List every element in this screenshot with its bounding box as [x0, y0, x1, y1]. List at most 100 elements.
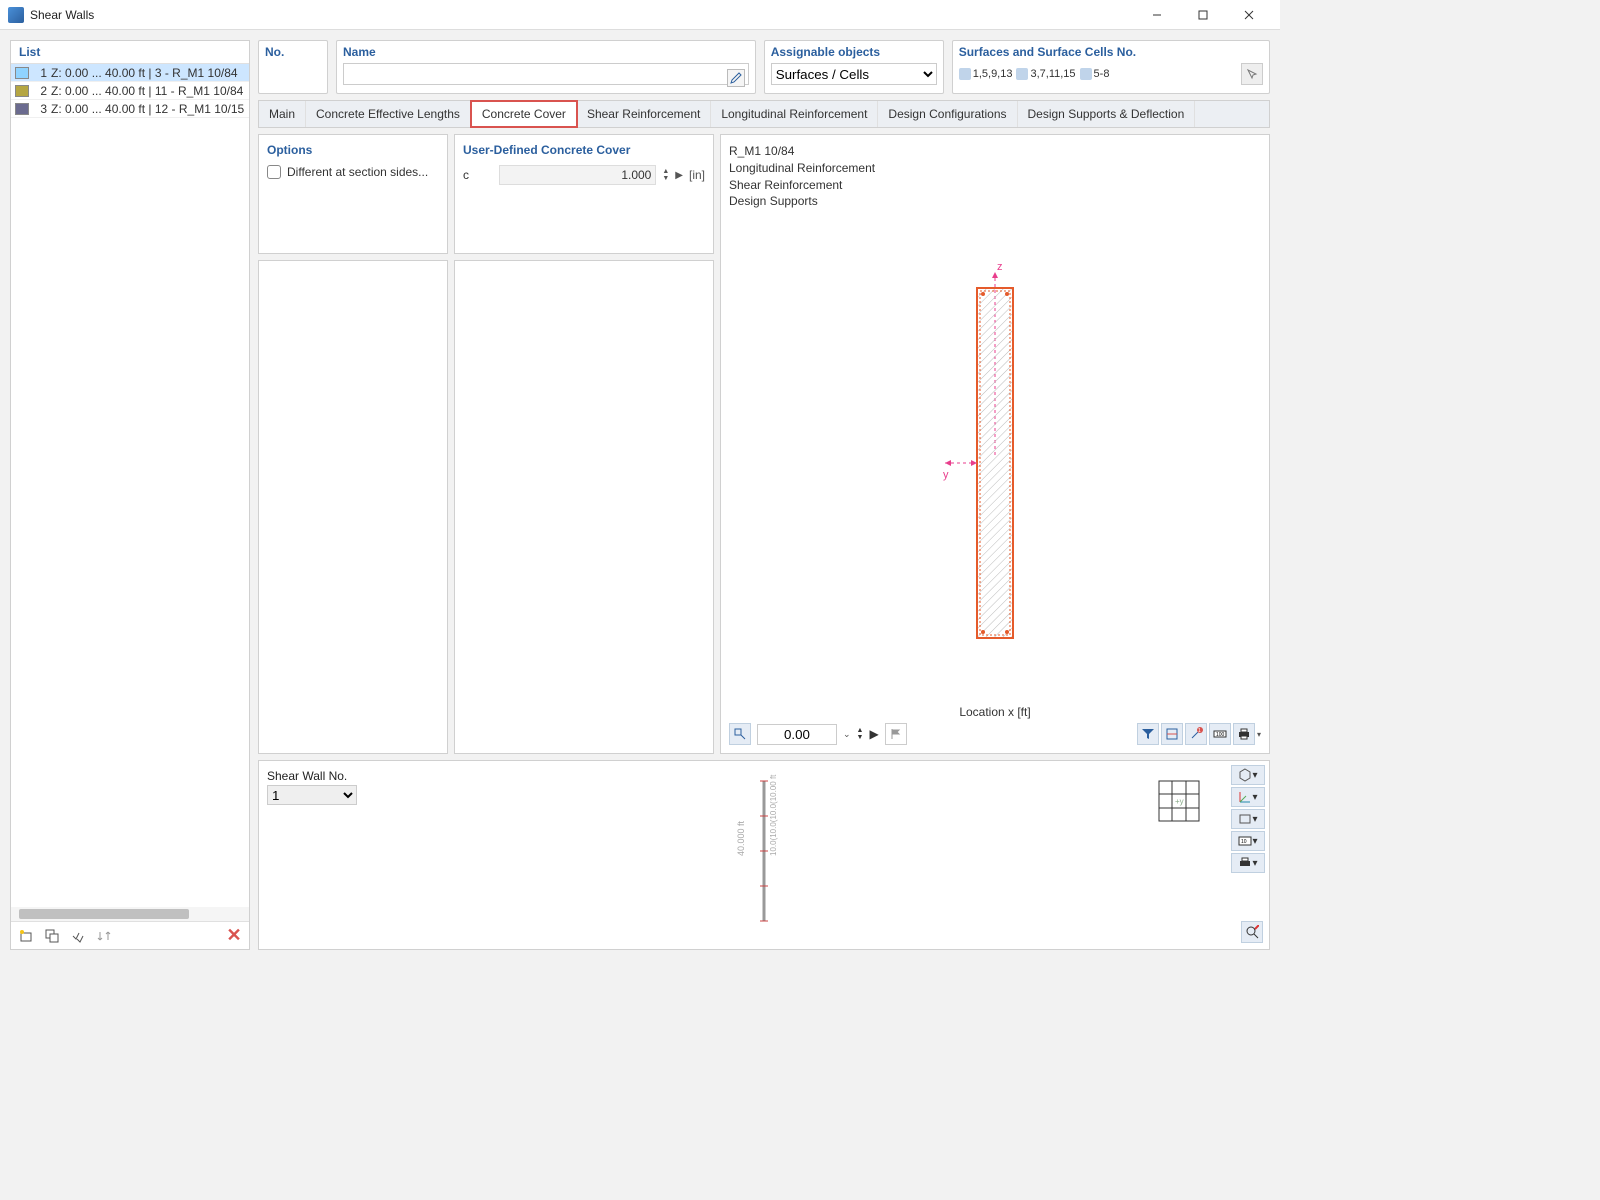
svg-text:y: y [943, 469, 949, 481]
no-label: No. [265, 45, 321, 59]
row-num: 3 [33, 102, 47, 116]
tab-design-supports-deflection[interactable]: Design Supports & Deflection [1018, 101, 1196, 127]
color-swatch [15, 67, 29, 79]
c-spinner[interactable]: ▲▼ [662, 168, 669, 182]
location-spinner[interactable]: ▲▼ [857, 727, 864, 741]
bottom-panel: Shear Wall No. 1 40.000 ft 10.0(10.0(10.… [258, 760, 1270, 950]
shear-wall-no-select[interactable]: 1 [267, 785, 357, 805]
surf-group[interactable]: 3,7,11,15 [1016, 68, 1075, 80]
name-label: Name [343, 45, 749, 59]
copy-item-button[interactable] [41, 925, 63, 947]
print-view-button[interactable]: ▾ [1231, 853, 1265, 873]
empty-panel [454, 260, 714, 754]
surface-icon [959, 68, 971, 80]
titlebar: Shear Walls [0, 0, 1280, 30]
list-header: List [11, 41, 249, 64]
svg-text:10.0(10.0(10.0(10.00 ft: 10.0(10.0(10.0(10.00 ft [769, 774, 778, 856]
checkbox-label: Different at section sides... [287, 165, 428, 179]
reset-zoom-button[interactable] [1241, 921, 1263, 943]
empty-panel [258, 260, 448, 754]
row-text: Z: 0.00 ... 40.00 ft | 11 - R_M1 10/84 [51, 84, 243, 98]
section-diagram[interactable]: z y [729, 210, 1261, 705]
color-swatch [15, 85, 29, 97]
minimize-button[interactable] [1134, 0, 1180, 30]
assignable-select[interactable]: Surfaces / Cells [771, 63, 937, 85]
list-row[interactable]: 2 Z: 0.00 ... 40.00 ft | 11 - R_M1 10/84 [11, 82, 249, 100]
tab-shear-reinforcement[interactable]: Shear Reinforcement [577, 101, 711, 127]
svg-text:z: z [997, 261, 1003, 273]
dimension-button[interactable]: 1 [1185, 723, 1207, 745]
surf-group[interactable]: 1,5,9,13 [959, 68, 1013, 80]
location-dropdown-icon[interactable]: ⌄ [843, 729, 851, 740]
no-card: No. [258, 40, 328, 94]
delete-button[interactable]: ✕ [223, 925, 245, 947]
tab-main[interactable]: Main [259, 101, 306, 127]
tab-concrete-effective-lengths[interactable]: Concrete Effective Lengths [306, 101, 471, 127]
flag-button[interactable] [885, 723, 907, 745]
list-row[interactable]: 3 Z: 0.00 ... 40.00 ft | 12 - R_M1 10/15 [11, 100, 249, 118]
close-button[interactable] [1226, 0, 1272, 30]
list-panel: List 1Z: 0.00 ... 40.00 ft | 3 - R_M1 10… [10, 40, 250, 950]
location-arrow[interactable]: ▶ [869, 727, 878, 741]
list-h-scrollbar[interactable] [11, 907, 249, 921]
view-button[interactable] [1161, 723, 1183, 745]
tab-longitudinal-reinforcement[interactable]: Longitudinal Reinforcement [711, 101, 878, 127]
tab-bar: MainConcrete Effective LengthsConcrete C… [258, 100, 1270, 128]
list-body[interactable]: 1Z: 0.00 ... 40.00 ft | 3 - R_M1 10/84 2Z… [11, 64, 249, 907]
row-text: Z: 0.00 ... 40.00 ft | 12 - R_M1 10/15 [51, 102, 244, 116]
svg-text:1: 1 [1198, 728, 1201, 734]
display-button[interactable]: ▾ [1231, 809, 1265, 829]
filter-button[interactable] [1137, 723, 1159, 745]
options-header: Options [267, 143, 439, 157]
c-unit: [in] [689, 168, 705, 182]
preview-panel: R_M1 10/84 Longitudinal Reinforcement Sh… [720, 134, 1270, 754]
different-sides-checkbox[interactable]: Different at section sides... [267, 165, 439, 179]
surfaces-label: Surfaces and Surface Cells No. [959, 45, 1263, 59]
row-num: 2 [33, 84, 47, 98]
location-input[interactable] [757, 724, 837, 745]
new-item-button[interactable] [15, 925, 37, 947]
name-card: Name [336, 40, 756, 94]
row-num: 1 [33, 66, 47, 80]
c-label: c [463, 168, 493, 182]
info-lines: R_M1 10/84 Longitudinal Reinforcement Sh… [729, 143, 1261, 210]
list-toolbar: ✕ [11, 921, 249, 949]
svg-text:100: 100 [1216, 732, 1225, 738]
assignable-card: Assignable objects Surfaces / Cells [764, 40, 944, 94]
window-title: Shear Walls [30, 8, 1134, 22]
surfaces-card: Surfaces and Surface Cells No. 1,5,9,13 … [952, 40, 1270, 94]
c-arrow[interactable]: ▶ [675, 170, 683, 181]
iso-view-button[interactable]: ▾ [1231, 765, 1265, 785]
list-row[interactable]: 1Z: 0.00 ... 40.00 ft | 3 - R_M1 10/84 [11, 64, 249, 82]
scale-view-button[interactable]: 10 ▾ [1231, 831, 1265, 851]
view-tools: ▾ ▾ ▾ 10 ▾ ▾ [1231, 765, 1265, 873]
c-value[interactable]: 1.000 [499, 165, 656, 185]
cover-panel: User-Defined Concrete Cover c 1.000 ▲▼ ▶… [454, 134, 714, 254]
tab-concrete-cover[interactable]: Concrete Cover [470, 100, 578, 128]
axes-button[interactable]: ▾ [1231, 787, 1265, 807]
location-label: Location x [ft] [729, 705, 1261, 719]
location-tool-button[interactable] [729, 723, 751, 745]
options-panel: Options Different at section sides... [258, 134, 448, 254]
print-dropdown-icon[interactable]: ▾ [1257, 730, 1261, 739]
elevation-diagram[interactable]: 40.000 ft 10.0(10.0(10.0(10.00 ft [734, 771, 794, 934]
surf-group[interactable]: 5-8 [1080, 68, 1110, 80]
pick-surfaces-button[interactable] [1241, 63, 1263, 85]
svg-text:+y: +y [1175, 797, 1184, 806]
scale-button[interactable]: 100 [1209, 723, 1231, 745]
assignable-label: Assignable objects [771, 45, 937, 59]
edit-name-icon[interactable] [727, 69, 745, 87]
sort-button[interactable] [93, 925, 115, 947]
surface-icon [1016, 68, 1028, 80]
surface-icon [1080, 68, 1092, 80]
checkbox-icon [267, 165, 281, 179]
app-icon [8, 7, 24, 23]
color-swatch [15, 103, 29, 115]
check-button[interactable] [67, 925, 89, 947]
view-cube[interactable]: +y [1149, 771, 1209, 834]
maximize-button[interactable] [1180, 0, 1226, 30]
print-button[interactable] [1233, 723, 1255, 745]
name-input[interactable] [343, 63, 749, 85]
tab-design-configurations[interactable]: Design Configurations [878, 101, 1017, 127]
elev-text: 40.000 ft [736, 820, 746, 856]
